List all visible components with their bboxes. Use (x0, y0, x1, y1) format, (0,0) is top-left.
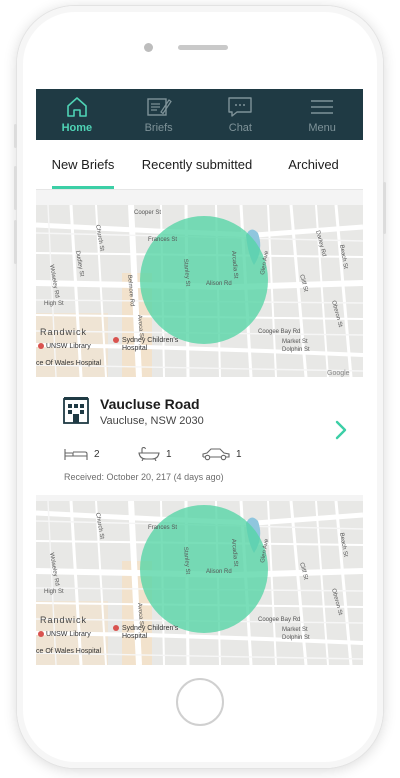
home-button[interactable] (176, 678, 224, 726)
map-label-dolphin: Dolphin St (282, 347, 310, 353)
map-label-unsw-library: UNSW Library (46, 343, 91, 350)
map2-label-coogee: Coogee Bay Rd (258, 617, 300, 623)
map-label-wales: ce Of Wales Hospital (36, 360, 102, 367)
brief-card[interactable]: Vaucluse Road Vaucluse, NSW 2030 2 1 1 R… (36, 377, 363, 495)
listing-address: Vaucluse, NSW 2030 (100, 415, 204, 427)
map2-label-frances: Frances St (148, 525, 177, 531)
map2-pin-hospital (113, 625, 119, 631)
chevron-right-icon[interactable] (333, 420, 349, 440)
location-map[interactable]: Cooper St Frances St Alison Rd Coogee Ba… (36, 205, 363, 377)
map-label-childrens-2: Hospital (122, 345, 148, 352)
map2-label-childrens-1: Sydney Children's (122, 625, 179, 632)
map2-label-childrens-2: Hospital (122, 633, 148, 640)
map-label-coogee: Coogee Bay Rd (258, 329, 300, 335)
menu-icon (309, 95, 335, 119)
received-date: Received: October 20, 217 (4 days ago) (64, 472, 224, 482)
nav-item-chat[interactable]: Chat (200, 89, 282, 140)
map-label-childrens-1: Sydney Children's (122, 337, 179, 344)
bedrooms-count: 2 (94, 448, 100, 460)
map2-pin-unsw-library (38, 631, 44, 637)
listing-title: Vaucluse Road (100, 396, 200, 412)
map-pin-hospital (113, 337, 119, 343)
nav-label-menu: Menu (308, 122, 336, 134)
front-camera (144, 43, 153, 52)
app-screen: Home Briefs Chat Menu New Briefs Recentl… (36, 89, 363, 665)
nav-item-home[interactable]: Home (36, 89, 118, 140)
map-label-frances: Frances St (148, 237, 177, 243)
map-label-cooper: Cooper St (134, 210, 161, 216)
bath-icon (138, 447, 160, 461)
bedrooms-feature: 2 (64, 447, 100, 461)
map-label-alison: Alison Rd (206, 281, 232, 287)
map-label-market: Market St (282, 339, 308, 345)
tab-new-briefs[interactable]: New Briefs (36, 140, 130, 189)
bathrooms-count: 1 (166, 448, 172, 460)
map-pin-unsw-library (38, 343, 44, 349)
location-map-2[interactable]: Frances St Alison Rd Coogee Bay Rd Marke… (36, 501, 363, 665)
earpiece-speaker (178, 45, 228, 50)
map2-label-market: Market St (282, 627, 308, 633)
map2-label-randwick: Randwick (40, 615, 87, 625)
tab-recently-submitted[interactable]: Recently submitted (130, 140, 264, 189)
map2-label-high: High St (44, 589, 64, 595)
top-navigation-bar: Home Briefs Chat Menu (36, 89, 363, 140)
bathrooms-feature: 1 (138, 447, 172, 461)
power-button (383, 182, 386, 234)
chat-icon (227, 95, 253, 119)
nav-item-briefs[interactable]: Briefs (118, 89, 200, 140)
parking-count: 1 (236, 448, 242, 460)
parking-feature: 1 (202, 447, 242, 461)
map2-label-wales: ce Of Wales Hospital (36, 648, 102, 655)
building-icon (63, 396, 89, 424)
mute-switch (14, 124, 17, 148)
map2-label-unsw-library: UNSW Library (46, 631, 91, 638)
car-icon (202, 448, 230, 461)
map2-label-alison: Alison Rd (206, 569, 232, 575)
map-label-high: High St (44, 301, 64, 307)
volume-up-button (14, 166, 17, 210)
nav-item-menu[interactable]: Menu (281, 89, 363, 140)
map-label-randwick: Randwick (40, 327, 87, 337)
google-logo: Google (327, 370, 350, 377)
nav-label-home: Home (61, 122, 93, 134)
bed-icon (64, 449, 88, 460)
nav-label-chat: Chat (228, 122, 252, 134)
map2-label-dolphin: Dolphin St (282, 635, 310, 641)
home-icon (64, 95, 90, 119)
tab-archived[interactable]: Archived (264, 140, 363, 189)
nav-label-briefs: Briefs (144, 122, 173, 134)
brief-tabs: New Briefs Recently submitted Archived (36, 140, 363, 190)
volume-down-button (14, 220, 17, 264)
briefs-icon (146, 95, 172, 119)
